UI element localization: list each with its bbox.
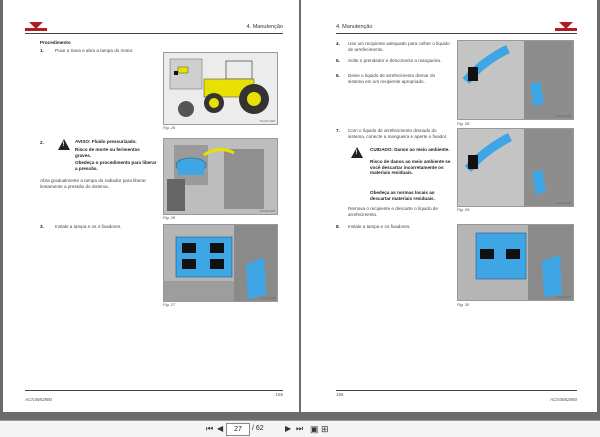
step-number: 1.	[40, 48, 44, 53]
figure-radiator-cap: TILL001-0081	[163, 138, 278, 215]
page-number-input[interactable]: 27	[226, 423, 250, 436]
warning-line: Risco de morte ou ferimentos graves.	[75, 147, 140, 158]
first-page-icon[interactable]: ⏮	[206, 424, 213, 434]
figure-ref: TILL001-0081	[259, 210, 275, 213]
section-header: 4. Manutenção	[246, 24, 283, 30]
figure-caption: Fig. 27	[163, 302, 176, 307]
caution-line: Obedeça as normas locais ao descartar ma…	[370, 190, 435, 201]
figure-ref: TILL001-0089	[555, 115, 571, 118]
header-rule	[25, 33, 283, 34]
brand-logo	[25, 22, 47, 32]
right-page: 4. Manutenção 4. Use um recipiente adequ…	[301, 0, 597, 412]
step-text: Puxe a trava e abra a tampa do motor.	[55, 48, 134, 53]
caution-line: Risco de danos ao meio ambiente se você …	[370, 159, 451, 176]
next-page-icon[interactable]: ▶	[285, 424, 291, 434]
page-separator: /	[252, 425, 254, 432]
figure-ref: TILL001-0091	[555, 296, 571, 299]
pdf-navigation-toolbar: ⏮ ◀ 27 / 62 ▶ ⏭ ▣ ⊞	[0, 420, 600, 437]
figure-caption: Fig. 30	[457, 302, 470, 307]
step-number: 7.	[336, 128, 340, 133]
step-text: Com o líquido de arrefecimento drenado d…	[348, 128, 448, 139]
step-number: 5.	[336, 58, 340, 63]
fit-width-icon[interactable]: ⊞	[321, 424, 329, 434]
section-header: 4. Manutenção	[336, 24, 373, 30]
figure-tractor: TILL001-0084	[163, 52, 278, 125]
warning-icon: !	[58, 139, 70, 150]
caution-icon: !	[351, 147, 363, 158]
step-text: Instale a tampa e os fixadores.	[348, 224, 411, 229]
warning-line: Obedeça o procedimento para liberar a pr…	[75, 160, 157, 171]
step-text: Deixe o líquido de arrefecimento drenar …	[348, 73, 436, 84]
prev-page-icon[interactable]: ◀	[217, 424, 223, 434]
figure-caption: Fig. 26	[163, 215, 176, 220]
arrow-icon	[182, 243, 196, 253]
step-number: 4.	[336, 41, 340, 46]
footer-rule	[25, 390, 283, 391]
arrow-icon	[480, 249, 494, 259]
procedure-heading: Procedimento	[40, 40, 71, 45]
step-number: 8.	[336, 224, 340, 229]
arrow-icon	[182, 259, 196, 269]
figure-cover-install: TILL001-0091	[457, 224, 574, 301]
fit-page-icon[interactable]: ▣	[310, 424, 319, 434]
step-number: 2.	[40, 140, 44, 145]
page-number: 155	[275, 392, 283, 397]
warning-title: AVISO: Fluido pressurizado.	[75, 139, 137, 144]
header-rule	[336, 33, 577, 34]
arrow-icon	[468, 155, 478, 169]
figure-caption: Fig. 28	[457, 121, 470, 126]
arrow-icon	[210, 259, 224, 269]
step-text: Use um recipiente adequado para colher o…	[348, 41, 450, 52]
total-pages: 62	[255, 425, 264, 432]
tractor-illustration	[164, 53, 277, 124]
last-page-icon[interactable]: ⏭	[296, 424, 303, 434]
brand-logo	[555, 22, 577, 32]
step-body: Remova o recipiente e descarte o líquido…	[348, 206, 438, 217]
cover-illustration	[458, 225, 573, 300]
figure-ref: TILL001-0090	[555, 202, 571, 205]
radiator-illustration	[164, 139, 277, 214]
step-body: Abra gradualmente a tampa do radiador pa…	[40, 178, 146, 189]
figure-ref: TILL001-0088	[259, 297, 275, 300]
footer-rule	[336, 390, 577, 391]
figure-hose-drain: TILL001-0089	[457, 40, 574, 120]
step-number: 3.	[40, 224, 44, 229]
step-number: 6.	[336, 73, 340, 78]
arrow-icon	[210, 243, 224, 253]
left-page: 4. Manutenção Procedimento 1. Puxe a tra…	[3, 0, 299, 412]
figure-caption: Fig. 25	[163, 125, 176, 130]
page-number: 156	[336, 392, 344, 397]
arrow-icon	[506, 249, 520, 259]
figure-cover-fasteners: TILL001-0088	[163, 224, 278, 302]
figure-caption: Fig. 29	[457, 207, 470, 212]
arrow-icon	[468, 67, 478, 81]
footer-code: ACN3682880	[25, 397, 53, 402]
figure-hose-reconnect: TILL001-0090	[457, 128, 574, 207]
footer-code: ACN3682880	[549, 397, 577, 402]
page-count: / 62	[252, 424, 264, 434]
caution-title: CUIDADO: Danos ao meio ambiente.	[370, 147, 450, 152]
step-text: Instale a tampa e os 4 fixadores.	[55, 224, 122, 229]
step-text: Solte o prendedor e desconecte a manguei…	[348, 58, 442, 63]
figure-ref: TILL001-0084	[259, 120, 275, 123]
